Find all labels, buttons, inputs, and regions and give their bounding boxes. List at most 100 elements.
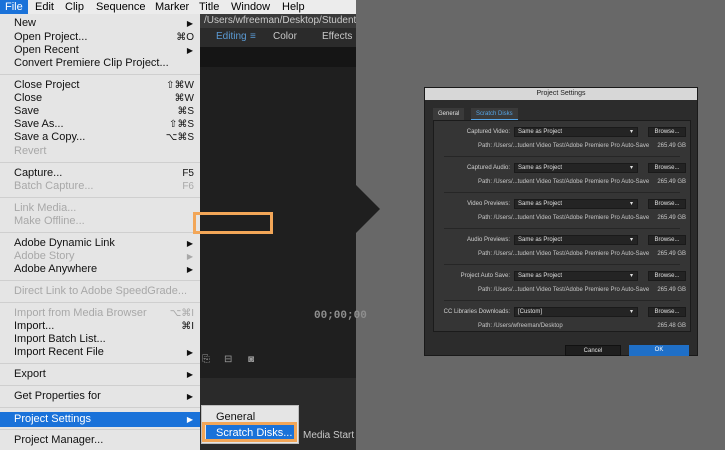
browse-button[interactable]: Browse... [648,127,686,137]
submenu-arrow-icon: ▶ [186,239,193,248]
row-label: CC Libraries Downloads: [443,309,510,315]
menu-item-shortcut: ⇧⌘W [166,80,194,91]
row-label: Audio Previews: [466,237,510,243]
menu-item-make-offline: Make Offline... [0,215,200,228]
location-select[interactable]: Same as Project ▾ [514,199,638,209]
row-divider [444,300,680,301]
location-select[interactable]: Same as Project ▾ [514,163,638,173]
menu-edit[interactable]: Edit [30,0,59,14]
menu-item-label: Make Offline... [14,215,85,227]
browse-button[interactable]: Browse... [648,199,686,209]
menu-title[interactable]: Title [194,0,224,14]
menu-item-close-project[interactable]: Close Project ⇧⌘W [0,79,200,92]
dropdown-arrow-icon: ▾ [629,273,633,279]
browse-button[interactable]: Browse... [648,271,686,281]
browse-button[interactable]: Browse... [648,163,686,173]
menu-item-label: New [14,17,37,29]
row-label: Captured Video: [466,129,510,135]
menu-item-label: Project Settings [14,413,92,425]
menu-item-adobe-story: Adobe Story ▶ [0,250,200,263]
scratch-disk-row: Captured Video: Same as Project ▾ Browse...… [434,123,690,157]
menu-item-convert-premiere-clip-project[interactable]: Convert Premiere Clip Project... [0,57,200,70]
dropdown-arrow-icon: ▾ [629,165,633,171]
menu-item-label: Adobe Story [14,250,75,262]
menu-item-adobe-anywhere[interactable]: Adobe Anywhere ▶ [0,263,200,276]
tab-editing[interactable]: Editing [216,31,247,42]
monitor-controls: ⎘ ⊟ ◙ [200,354,356,368]
ok-button[interactable]: OK [629,345,689,356]
callout-arrow [356,185,380,233]
menu-item-close[interactable]: Close ⌘W [0,92,200,105]
dialog-tab-general[interactable]: General [433,108,465,120]
dialog-tabs: General Scratch Disks [433,108,691,120]
menu-file[interactable]: File [0,0,28,14]
menu-item-import-from-media-browser: Import from Media Browser ⌥⌘I [0,307,200,320]
menu-item-shortcut: ⌘S [177,106,194,117]
menu-item-open-recent[interactable]: Open Recent ▶ [0,44,200,57]
workspace-menu-icon[interactable]: ≡ [250,31,256,42]
row-path: Path: /Users/...tudent Video Test/Adobe … [478,143,650,149]
menu-help[interactable]: Help [277,0,310,14]
scratch-disks-highlight [202,422,297,442]
menu-item-get-properties-for[interactable]: Get Properties for ▶ [0,390,200,403]
menu-separator [0,363,200,364]
menu-item-open-project[interactable]: Open Project... ⌘O [0,31,200,44]
menu-separator [0,407,200,408]
menu-item-batch-capture: Batch Capture... F6 [0,180,200,193]
menu-separator [0,74,200,75]
tab-color[interactable]: Color [273,31,297,42]
menu-separator [0,280,200,281]
menu-item-label: Import from Media Browser [14,307,147,319]
location-select[interactable]: Same as Project ▾ [514,271,638,281]
menu-item-project-manager[interactable]: Project Manager... [0,434,200,447]
menu-item-shortcut: ⌥⌘I [169,308,194,319]
menu-item-import-recent-file[interactable]: Import Recent File ▶ [0,346,200,359]
menu-item-import-batch-list[interactable]: Import Batch List... [0,333,200,346]
menu-separator [0,232,200,233]
menu-item-shortcut: ⇧⌘S [168,119,194,130]
menu-clip[interactable]: Clip [60,0,89,14]
menu-item-shortcut: ⌘I [181,321,194,332]
menu-item-shortcut: ⌘W [174,93,194,104]
tab-effects[interactable]: Effects [322,31,352,42]
menu-separator [0,302,200,303]
menu-item-save-a-copy[interactable]: Save a Copy... ⌥⌘S [0,131,200,144]
menu-item-shortcut: ⌘O [176,32,194,43]
location-select[interactable]: Same as Project ▾ [514,235,638,245]
menu-marker[interactable]: Marker [150,0,194,14]
insert-icon[interactable]: ⊟ [224,354,232,365]
location-select[interactable]: Same as Project ▾ [514,127,638,137]
menu-item-new[interactable]: New ▶ [0,17,200,30]
row-label: Project Auto Save: [460,273,510,279]
menu-item-label: Close Project [14,79,80,91]
menu-item-label: Save As... [14,118,64,130]
row-divider [444,228,680,229]
export-frame-icon[interactable]: ⎘ [202,354,210,365]
scratch-disks-panel: Captured Video: Same as Project ▾ Browse...… [433,120,691,332]
submenu-arrow-icon: ▶ [186,252,193,261]
browse-button[interactable]: Browse... [648,235,686,245]
browse-button[interactable]: Browse... [648,307,686,317]
dialog-tab-scratch-disks[interactable]: Scratch Disks [471,108,518,120]
menu-separator [0,162,200,163]
menu-item-save-as[interactable]: Save As... ⇧⌘S [0,118,200,131]
menu-separator [0,385,200,386]
location-select-value: Same as Project [518,237,563,243]
location-select[interactable]: [Custom] ▾ [514,307,638,317]
menu-item-capture[interactable]: Capture... F5 [0,167,200,180]
menu-item-label: Import Batch List... [14,333,106,345]
menu-item-adobe-dynamic-link[interactable]: Adobe Dynamic Link ▶ [0,237,200,250]
menu-item-save[interactable]: Save ⌘S [0,105,200,118]
menu-item-export[interactable]: Export ▶ [0,368,200,381]
menu-item-import[interactable]: Import... ⌘I [0,320,200,333]
menu-item-project-settings[interactable]: Project Settings ▶ [0,412,200,427]
cancel-button[interactable]: Cancel [565,345,621,356]
dialog-title: Project Settings [425,88,697,100]
camera-icon[interactable]: ◙ [248,354,254,365]
submenu-arrow-icon: ▶ [186,46,193,55]
menu-sequence[interactable]: Sequence [91,0,151,14]
location-select-value: Same as Project [518,273,563,279]
menu-item-label: Batch Capture... [14,180,94,192]
menu-window[interactable]: Window [226,0,275,14]
menu-item-label: Get Properties for [14,390,101,402]
